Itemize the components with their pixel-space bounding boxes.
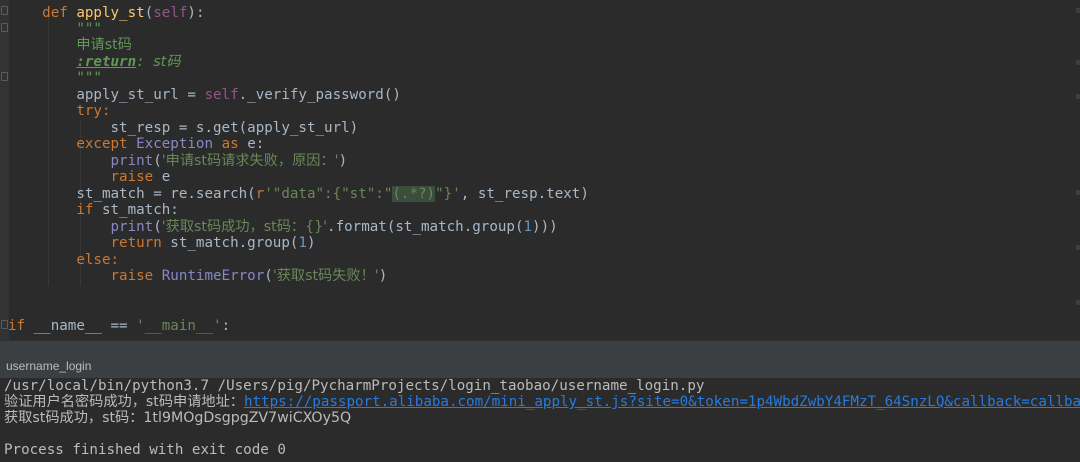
keyword: raise xyxy=(110,268,154,284)
fold-marker-icon[interactable] xyxy=(1,6,8,15)
punctuation: ) xyxy=(338,153,348,169)
docstring: """ xyxy=(76,21,102,37)
code-editor[interactable]: def apply_st(self): """ 申请st码 :return: s… xyxy=(0,0,1080,340)
keyword: else: xyxy=(76,252,120,268)
punctuation: ): xyxy=(187,5,205,21)
docstring: """ xyxy=(76,70,102,86)
keyword: return xyxy=(110,235,162,251)
code-text: e: xyxy=(238,136,265,152)
code-line[interactable]: apply_st_url = self._verify_password() xyxy=(8,87,401,103)
console-line: Process finished with exit code 0 xyxy=(4,442,286,458)
string-literal: '__main__' xyxy=(136,318,222,334)
console-line: 验证用户名密码成功，st码申请地址：https://passport.aliba… xyxy=(4,394,1080,411)
builtin-name: Exception xyxy=(136,136,214,152)
code-text: e xyxy=(153,169,171,185)
docstring: st码 xyxy=(153,54,181,70)
punctuation: ) xyxy=(378,268,388,284)
code-line[interactable]: """ xyxy=(8,70,102,86)
scrollbar-mark xyxy=(1076,94,1080,99)
scrollbar-mark xyxy=(1076,8,1080,13)
code-text: st_match: xyxy=(93,202,179,218)
docstring-tag: :return xyxy=(76,54,137,70)
docstring: : xyxy=(136,54,154,70)
builtin-name: RuntimeError xyxy=(161,268,265,284)
code-text: .format(st_match.group( xyxy=(327,219,524,235)
scrollbar-mark xyxy=(1076,245,1080,250)
code-line[interactable]: st_match = re.search(r'"data":{"st":"(.*… xyxy=(8,186,589,202)
keyword: if xyxy=(76,202,94,218)
punctuation: ) xyxy=(306,235,316,251)
punctuation: ))) xyxy=(532,219,558,235)
code-text: ._verify_password() xyxy=(238,87,401,103)
keyword: raise xyxy=(110,169,154,185)
run-panel-header: username_login xyxy=(0,340,1080,379)
builtin-name: print xyxy=(110,219,154,235)
code-line[interactable]: raise RuntimeError('获取st码失败！') xyxy=(8,268,388,284)
string-literal: "}' xyxy=(435,186,461,202)
docstring: 申请st码 xyxy=(76,37,132,53)
console-link[interactable]: https://passport.alibaba.com/mini_apply_… xyxy=(244,394,1080,410)
code-line[interactable]: st_resp = s.get(apply_st_url) xyxy=(8,120,359,136)
number-literal: 1 xyxy=(298,235,307,251)
scrollbar-mark xyxy=(1076,300,1080,305)
number-literal: 1 xyxy=(523,219,533,235)
code-line[interactable]: raise e xyxy=(8,169,171,185)
code-line[interactable]: def apply_st(self): xyxy=(8,5,205,21)
string-prefix: r xyxy=(255,186,265,202)
self-keyword: self xyxy=(204,87,239,103)
console-text: 验证用户名密码成功，st码申请地址： xyxy=(4,394,244,410)
code-line[interactable]: if st_match: xyxy=(8,202,179,218)
builtin-name: print xyxy=(110,153,154,169)
run-tab-username-login[interactable]: username_login xyxy=(0,354,97,379)
code-line[interactable]: try: xyxy=(8,103,111,119)
self-keyword: self xyxy=(153,5,188,21)
console-line: 获取st码成功，st码：1tl9MOgDsgpgZV7wiCXOy5Q xyxy=(4,410,352,426)
code-line[interactable]: print('获取st码成功，st码：{}'.format(st_match.g… xyxy=(8,219,558,235)
code-line[interactable]: if __name__ == '__main__': xyxy=(8,318,230,334)
code-line[interactable]: return st_match.group(1) xyxy=(8,235,316,251)
code-text: , st_resp.text) xyxy=(460,186,589,202)
code-text: apply_st_url = xyxy=(76,87,205,103)
fold-marker-icon[interactable] xyxy=(1,23,8,32)
keyword: if xyxy=(8,318,26,334)
code-line[interactable]: except Exception as e: xyxy=(8,136,264,152)
scrollbar-mark xyxy=(1076,190,1080,195)
code-line[interactable]: """ xyxy=(8,21,102,37)
fold-marker-icon[interactable] xyxy=(1,72,8,81)
code-line[interactable]: else: xyxy=(8,252,119,268)
scrollbar-mark xyxy=(1076,60,1080,65)
string-literal: '获取st码失败！' xyxy=(272,268,379,284)
regex-group: (.*?) xyxy=(392,186,436,202)
punctuation: : xyxy=(221,318,231,334)
function-name: apply_st xyxy=(76,5,145,21)
code-line[interactable]: print('申请st码请求失败，原因：') xyxy=(8,153,348,169)
string-literal: '申请st码请求失败，原因：' xyxy=(161,153,339,169)
keyword: try: xyxy=(76,103,111,119)
keyword: def xyxy=(42,5,68,21)
fold-marker-icon[interactable] xyxy=(1,320,8,329)
code-text: st_match.group( xyxy=(161,235,299,251)
punctuation: ( xyxy=(144,5,154,21)
code-line[interactable]: 申请st码 xyxy=(8,37,132,53)
code-text: __name__ == xyxy=(25,318,137,334)
code-text: st_match = re.search( xyxy=(76,186,256,202)
keyword: except xyxy=(76,136,128,152)
console-line: /usr/local/bin/python3.7 /Users/pig/Pych… xyxy=(4,378,705,394)
string-literal: '"data":{"st":" xyxy=(264,186,393,202)
code-text: st_resp = s.get(apply_st_url) xyxy=(110,120,359,136)
string-literal: '获取st码成功，st码：{}' xyxy=(161,219,328,235)
code-line[interactable]: :return: st码 xyxy=(8,54,180,70)
keyword: as xyxy=(221,136,239,152)
run-console[interactable]: /usr/local/bin/python3.7 /Users/pig/Pych… xyxy=(0,378,1080,462)
